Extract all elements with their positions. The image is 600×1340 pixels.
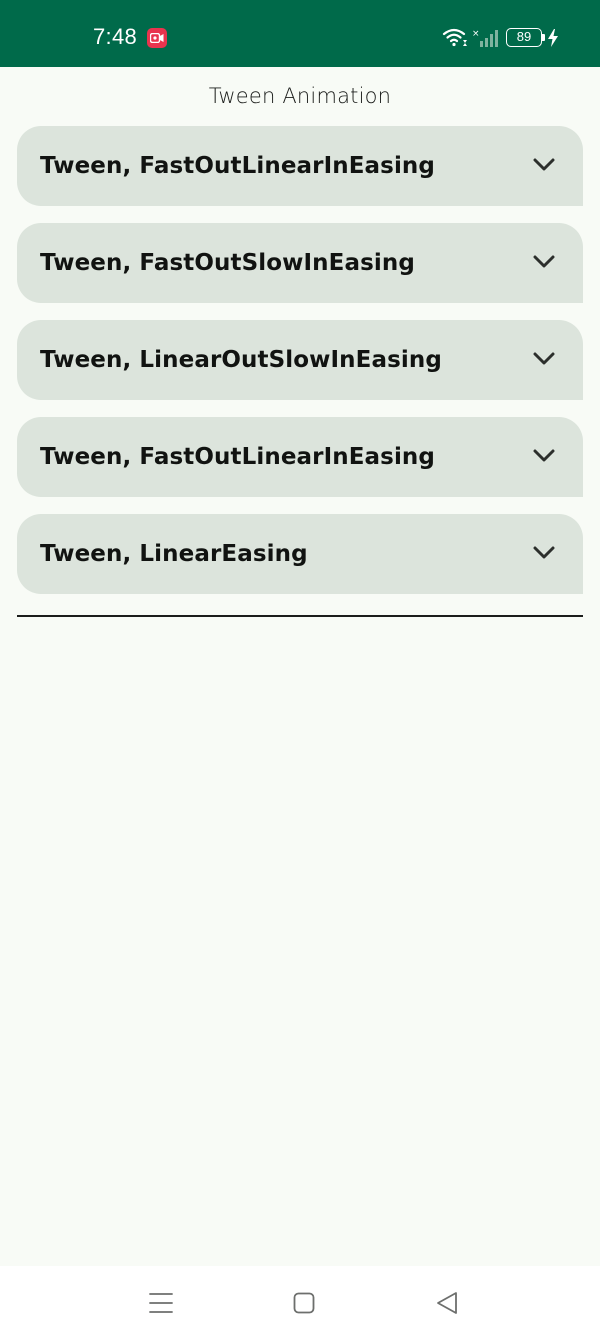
list-item[interactable]: Tween, LinearEasing <box>17 514 583 594</box>
home-icon[interactable] <box>293 1292 315 1314</box>
battery-icon: 89 <box>506 28 542 47</box>
charging-icon <box>547 29 559 52</box>
list-item-label: Tween, FastOutLinearInEasing <box>40 444 435 470</box>
signal-icon: × <box>472 28 500 53</box>
chevron-down-icon[interactable] <box>533 546 555 560</box>
battery-level: 89 <box>516 29 532 44</box>
list-item-label: Tween, LinearOutSlowInEasing <box>40 347 442 373</box>
animation-list: Tween, FastOutLinearInEasing Tween, Fast… <box>17 126 583 611</box>
back-icon[interactable] <box>436 1291 458 1315</box>
chevron-down-icon[interactable] <box>533 352 555 366</box>
list-item[interactable]: Tween, FastOutLinearInEasing <box>17 126 583 206</box>
svg-text:×: × <box>472 29 480 39</box>
list-item[interactable]: Tween, FastOutLinearInEasing <box>17 417 583 497</box>
status-bar: 7:48 × 89 <box>0 0 600 67</box>
list-item[interactable]: Tween, FastOutSlowInEasing <box>17 223 583 303</box>
list-item-label: Tween, FastOutLinearInEasing <box>40 153 435 179</box>
screen-record-icon <box>147 28 167 48</box>
list-item-label: Tween, FastOutSlowInEasing <box>40 250 415 276</box>
status-time: 7:48 <box>93 24 138 49</box>
list-item-label: Tween, LinearEasing <box>40 541 308 567</box>
wifi-icon <box>442 27 468 52</box>
menu-icon[interactable] <box>149 1292 173 1314</box>
chevron-down-icon[interactable] <box>533 255 555 269</box>
chevron-down-icon[interactable] <box>533 158 555 172</box>
navigation-bar <box>0 1266 600 1340</box>
divider <box>17 615 583 617</box>
battery-cap <box>542 34 545 41</box>
list-item[interactable]: Tween, LinearOutSlowInEasing <box>17 320 583 400</box>
page-title: Tween Animation <box>208 84 392 108</box>
chevron-down-icon[interactable] <box>533 449 555 463</box>
